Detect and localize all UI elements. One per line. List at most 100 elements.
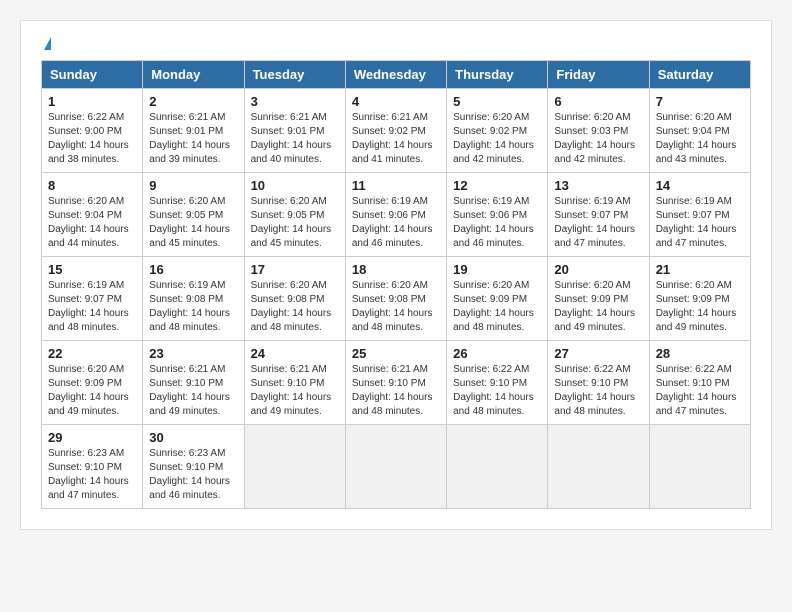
calendar-cell: 16 Sunrise: 6:19 AM Sunset: 9:08 PM Dayl…	[143, 257, 244, 341]
day-number: 21	[656, 262, 744, 277]
calendar-cell: 14 Sunrise: 6:19 AM Sunset: 9:07 PM Dayl…	[649, 173, 750, 257]
week-row-1: 1 Sunrise: 6:22 AM Sunset: 9:00 PM Dayli…	[42, 89, 751, 173]
day-number: 7	[656, 94, 744, 109]
day-info: Sunrise: 6:20 AM Sunset: 9:02 PM Dayligh…	[453, 111, 541, 167]
day-info: Sunrise: 6:19 AM Sunset: 9:07 PM Dayligh…	[48, 279, 136, 335]
day-number: 12	[453, 178, 541, 193]
day-info: Sunrise: 6:20 AM Sunset: 9:05 PM Dayligh…	[149, 195, 237, 251]
day-info: Sunrise: 6:20 AM Sunset: 9:04 PM Dayligh…	[48, 195, 136, 251]
calendar-cell: 6 Sunrise: 6:20 AM Sunset: 9:03 PM Dayli…	[548, 89, 649, 173]
day-info: Sunrise: 6:20 AM Sunset: 9:03 PM Dayligh…	[554, 111, 642, 167]
day-info: Sunrise: 6:22 AM Sunset: 9:00 PM Dayligh…	[48, 111, 136, 167]
calendar-cell: 1 Sunrise: 6:22 AM Sunset: 9:00 PM Dayli…	[42, 89, 143, 173]
day-info: Sunrise: 6:22 AM Sunset: 9:10 PM Dayligh…	[656, 363, 744, 419]
day-number: 24	[251, 346, 339, 361]
calendar-cell: 2 Sunrise: 6:21 AM Sunset: 9:01 PM Dayli…	[143, 89, 244, 173]
day-header-sunday: Sunday	[42, 61, 143, 89]
day-number: 15	[48, 262, 136, 277]
calendar-cell	[649, 425, 750, 509]
logo	[41, 37, 51, 50]
day-info: Sunrise: 6:20 AM Sunset: 9:09 PM Dayligh…	[48, 363, 136, 419]
day-number: 2	[149, 94, 237, 109]
day-info: Sunrise: 6:21 AM Sunset: 9:01 PM Dayligh…	[251, 111, 339, 167]
calendar-cell: 28 Sunrise: 6:22 AM Sunset: 9:10 PM Dayl…	[649, 341, 750, 425]
calendar-cell: 13 Sunrise: 6:19 AM Sunset: 9:07 PM Dayl…	[548, 173, 649, 257]
days-header-row: SundayMondayTuesdayWednesdayThursdayFrid…	[42, 61, 751, 89]
day-number: 30	[149, 430, 237, 445]
day-info: Sunrise: 6:21 AM Sunset: 9:10 PM Dayligh…	[352, 363, 440, 419]
calendar-cell: 19 Sunrise: 6:20 AM Sunset: 9:09 PM Dayl…	[447, 257, 548, 341]
day-info: Sunrise: 6:23 AM Sunset: 9:10 PM Dayligh…	[48, 447, 136, 503]
calendar-cell: 8 Sunrise: 6:20 AM Sunset: 9:04 PM Dayli…	[42, 173, 143, 257]
calendar-cell: 23 Sunrise: 6:21 AM Sunset: 9:10 PM Dayl…	[143, 341, 244, 425]
week-row-2: 8 Sunrise: 6:20 AM Sunset: 9:04 PM Dayli…	[42, 173, 751, 257]
calendar-cell: 9 Sunrise: 6:20 AM Sunset: 9:05 PM Dayli…	[143, 173, 244, 257]
logo-triangle-icon	[44, 37, 51, 50]
calendar-cell: 3 Sunrise: 6:21 AM Sunset: 9:01 PM Dayli…	[244, 89, 345, 173]
day-info: Sunrise: 6:20 AM Sunset: 9:09 PM Dayligh…	[453, 279, 541, 335]
calendar-cell: 18 Sunrise: 6:20 AM Sunset: 9:08 PM Dayl…	[345, 257, 446, 341]
calendar-cell: 11 Sunrise: 6:19 AM Sunset: 9:06 PM Dayl…	[345, 173, 446, 257]
calendar-cell: 10 Sunrise: 6:20 AM Sunset: 9:05 PM Dayl…	[244, 173, 345, 257]
day-info: Sunrise: 6:21 AM Sunset: 9:10 PM Dayligh…	[251, 363, 339, 419]
calendar-cell: 24 Sunrise: 6:21 AM Sunset: 9:10 PM Dayl…	[244, 341, 345, 425]
day-number: 20	[554, 262, 642, 277]
day-number: 27	[554, 346, 642, 361]
day-info: Sunrise: 6:19 AM Sunset: 9:07 PM Dayligh…	[656, 195, 744, 251]
day-number: 18	[352, 262, 440, 277]
day-header-monday: Monday	[143, 61, 244, 89]
day-number: 6	[554, 94, 642, 109]
day-info: Sunrise: 6:19 AM Sunset: 9:08 PM Dayligh…	[149, 279, 237, 335]
day-number: 10	[251, 178, 339, 193]
calendar-container: SundayMondayTuesdayWednesdayThursdayFrid…	[20, 20, 772, 530]
calendar-cell: 5 Sunrise: 6:20 AM Sunset: 9:02 PM Dayli…	[447, 89, 548, 173]
calendar-cell: 30 Sunrise: 6:23 AM Sunset: 9:10 PM Dayl…	[143, 425, 244, 509]
day-number: 22	[48, 346, 136, 361]
calendar-cell: 20 Sunrise: 6:20 AM Sunset: 9:09 PM Dayl…	[548, 257, 649, 341]
day-info: Sunrise: 6:21 AM Sunset: 9:10 PM Dayligh…	[149, 363, 237, 419]
week-row-5: 29 Sunrise: 6:23 AM Sunset: 9:10 PM Dayl…	[42, 425, 751, 509]
day-number: 19	[453, 262, 541, 277]
calendar-cell: 12 Sunrise: 6:19 AM Sunset: 9:06 PM Dayl…	[447, 173, 548, 257]
day-number: 14	[656, 178, 744, 193]
day-number: 13	[554, 178, 642, 193]
week-row-3: 15 Sunrise: 6:19 AM Sunset: 9:07 PM Dayl…	[42, 257, 751, 341]
day-info: Sunrise: 6:22 AM Sunset: 9:10 PM Dayligh…	[554, 363, 642, 419]
day-number: 9	[149, 178, 237, 193]
day-number: 17	[251, 262, 339, 277]
day-info: Sunrise: 6:22 AM Sunset: 9:10 PM Dayligh…	[453, 363, 541, 419]
day-number: 29	[48, 430, 136, 445]
day-info: Sunrise: 6:20 AM Sunset: 9:09 PM Dayligh…	[656, 279, 744, 335]
day-info: Sunrise: 6:20 AM Sunset: 9:04 PM Dayligh…	[656, 111, 744, 167]
day-number: 8	[48, 178, 136, 193]
day-number: 4	[352, 94, 440, 109]
calendar-cell: 15 Sunrise: 6:19 AM Sunset: 9:07 PM Dayl…	[42, 257, 143, 341]
logo-general	[41, 37, 51, 50]
day-header-saturday: Saturday	[649, 61, 750, 89]
calendar-cell: 27 Sunrise: 6:22 AM Sunset: 9:10 PM Dayl…	[548, 341, 649, 425]
day-header-friday: Friday	[548, 61, 649, 89]
day-number: 28	[656, 346, 744, 361]
day-number: 3	[251, 94, 339, 109]
calendar-cell: 7 Sunrise: 6:20 AM Sunset: 9:04 PM Dayli…	[649, 89, 750, 173]
calendar-cell	[447, 425, 548, 509]
day-info: Sunrise: 6:20 AM Sunset: 9:09 PM Dayligh…	[554, 279, 642, 335]
day-info: Sunrise: 6:21 AM Sunset: 9:01 PM Dayligh…	[149, 111, 237, 167]
calendar-cell: 22 Sunrise: 6:20 AM Sunset: 9:09 PM Dayl…	[42, 341, 143, 425]
calendar-cell: 26 Sunrise: 6:22 AM Sunset: 9:10 PM Dayl…	[447, 341, 548, 425]
day-info: Sunrise: 6:23 AM Sunset: 9:10 PM Dayligh…	[149, 447, 237, 503]
calendar-table: SundayMondayTuesdayWednesdayThursdayFrid…	[41, 60, 751, 509]
calendar-cell: 17 Sunrise: 6:20 AM Sunset: 9:08 PM Dayl…	[244, 257, 345, 341]
calendar-cell: 21 Sunrise: 6:20 AM Sunset: 9:09 PM Dayl…	[649, 257, 750, 341]
calendar-cell: 29 Sunrise: 6:23 AM Sunset: 9:10 PM Dayl…	[42, 425, 143, 509]
week-row-4: 22 Sunrise: 6:20 AM Sunset: 9:09 PM Dayl…	[42, 341, 751, 425]
day-number: 16	[149, 262, 237, 277]
calendar-cell	[244, 425, 345, 509]
day-header-wednesday: Wednesday	[345, 61, 446, 89]
day-number: 11	[352, 178, 440, 193]
calendar-cell	[345, 425, 446, 509]
calendar-cell	[548, 425, 649, 509]
calendar-cell: 4 Sunrise: 6:21 AM Sunset: 9:02 PM Dayli…	[345, 89, 446, 173]
day-info: Sunrise: 6:20 AM Sunset: 9:08 PM Dayligh…	[352, 279, 440, 335]
day-number: 23	[149, 346, 237, 361]
